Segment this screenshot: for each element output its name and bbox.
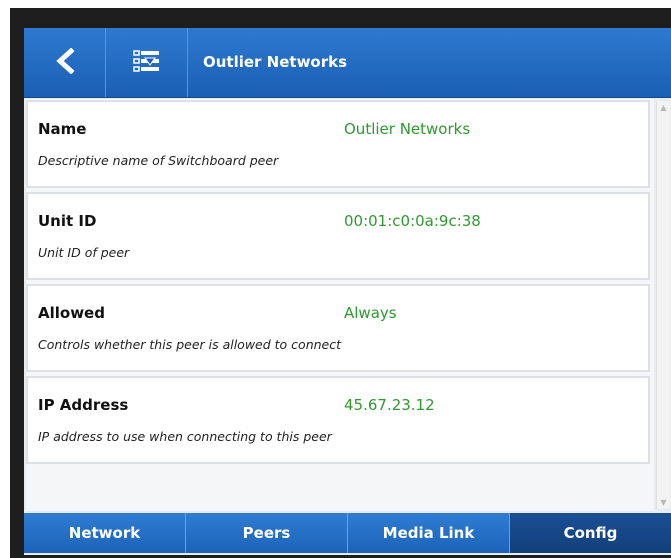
bottom-nav: Network Peers Media Link Config <box>24 513 671 553</box>
scroll-up-icon[interactable]: ▲ <box>657 101 670 114</box>
download-list-icon <box>132 49 161 77</box>
field-description: Controls whether this peer is allowed to… <box>38 337 342 352</box>
download-list-button[interactable] <box>106 28 188 97</box>
field-label: Name <box>38 120 87 138</box>
tab-config[interactable]: Config <box>510 513 671 553</box>
field-row-name[interactable]: Name Outlier Networks Descriptive name o… <box>26 100 650 188</box>
field-description: IP address to use when connecting to thi… <box>38 429 332 444</box>
field-value: Outlier Networks <box>344 120 471 138</box>
field-description: Unit ID of peer <box>38 245 130 260</box>
tab-media-link[interactable]: Media Link <box>348 513 510 553</box>
tab-network[interactable]: Network <box>24 513 186 553</box>
field-value: 00:01:c0:0a:9c:38 <box>344 212 481 230</box>
field-row-allowed[interactable]: Allowed Always Controls whether this pee… <box>26 284 650 372</box>
tab-peers[interactable]: Peers <box>186 513 348 553</box>
field-label: Unit ID <box>38 212 97 230</box>
field-label: Allowed <box>38 304 105 322</box>
field-value: 45.67.23.12 <box>344 396 435 414</box>
field-row-unit-id[interactable]: Unit ID 00:01:c0:0a:9c:38 Unit ID of pee… <box>26 192 650 280</box>
field-row-ip-address[interactable]: IP Address 45.67.23.12 IP address to use… <box>26 376 650 464</box>
scrollbar[interactable]: ▲ ▼ <box>656 101 670 509</box>
header-bar: Outlier Networks <box>24 28 671 98</box>
scroll-down-icon[interactable]: ▼ <box>657 496 670 509</box>
field-value: Always <box>344 304 397 322</box>
field-label: IP Address <box>38 396 129 414</box>
chevron-left-icon <box>54 46 76 78</box>
back-button[interactable] <box>24 28 106 97</box>
device-frame: Outlier Networks Name Outlier Networks D… <box>10 8 671 558</box>
page-title: Outlier Networks <box>203 53 348 71</box>
field-description: Descriptive name of Switchboard peer <box>38 153 279 168</box>
app-window: Outlier Networks Name Outlier Networks D… <box>24 28 671 555</box>
settings-list: Name Outlier Networks Descriptive name o… <box>26 99 654 511</box>
